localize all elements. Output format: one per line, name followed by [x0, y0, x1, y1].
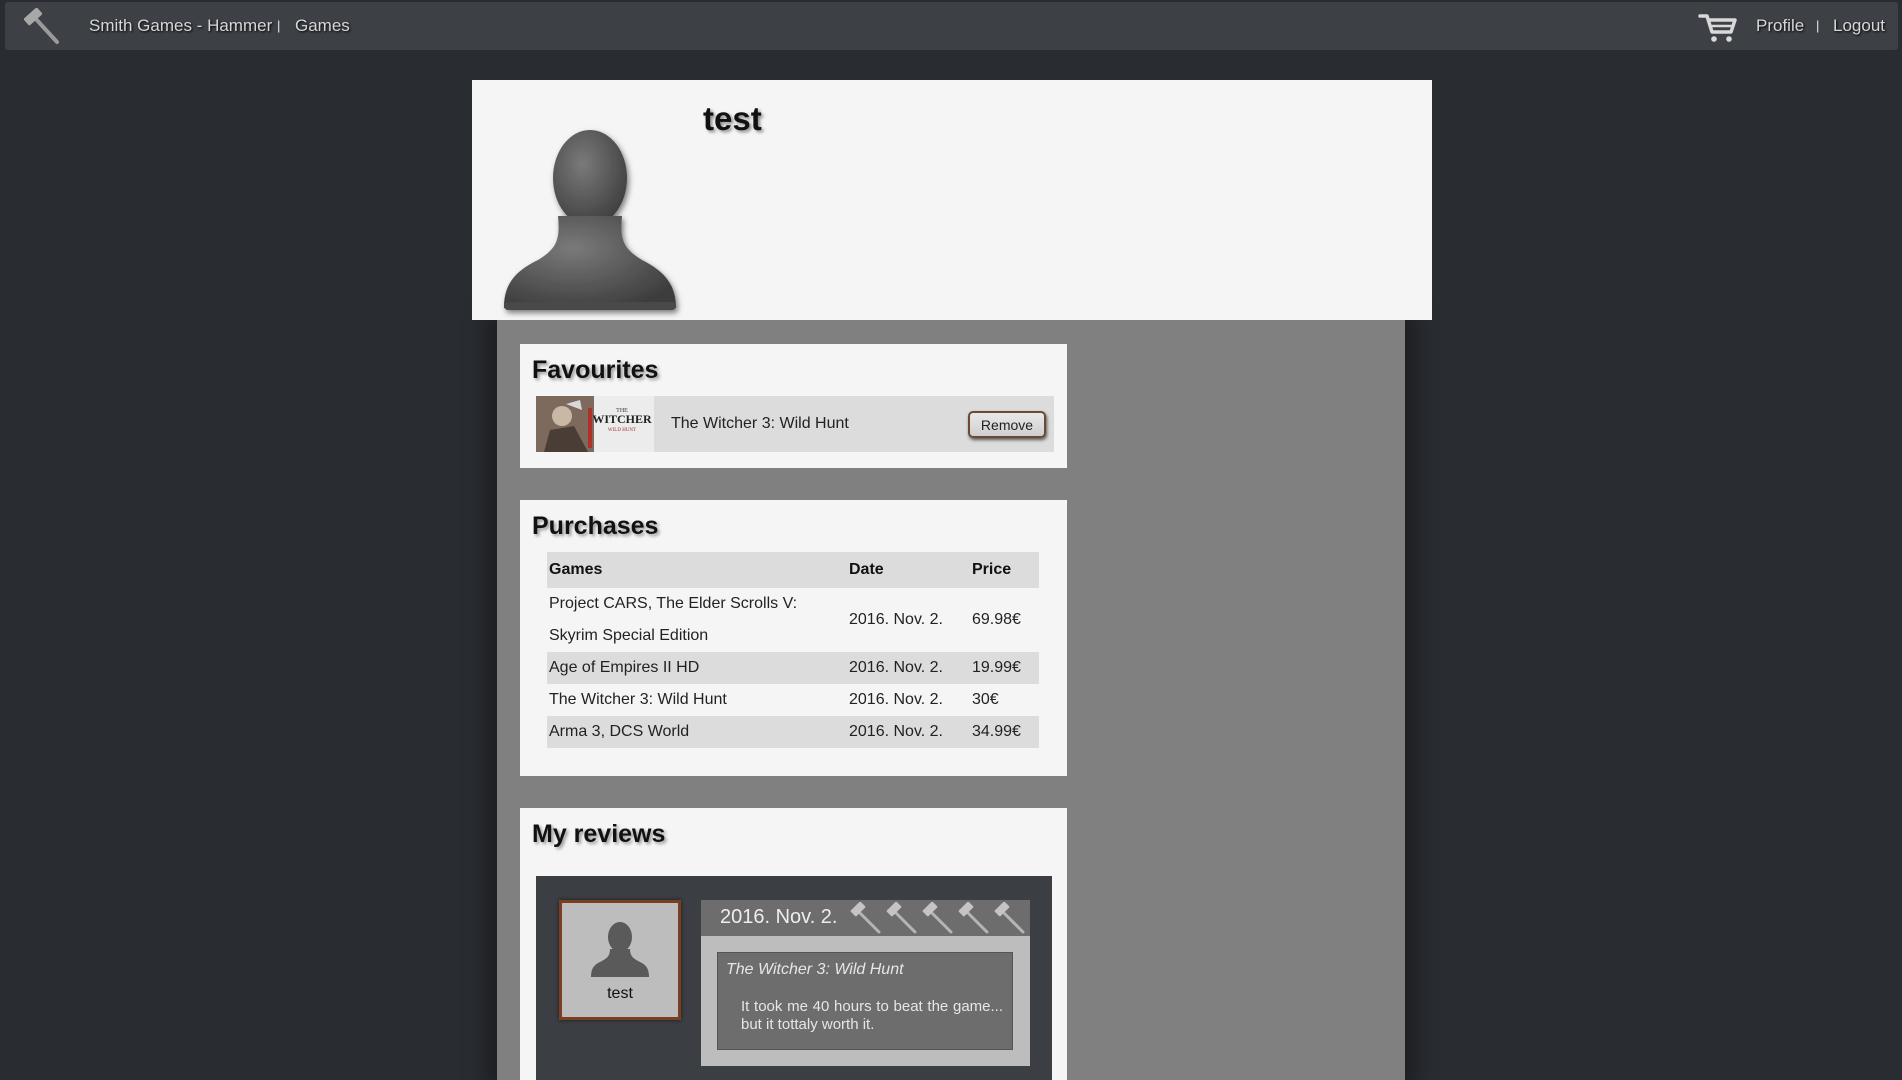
shopping-cart-icon[interactable] — [1698, 12, 1738, 44]
hammer-rating-icon — [886, 902, 917, 934]
column-header-games: Games — [547, 552, 847, 588]
game-thumbnail[interactable]: THE WITCHER WILD HUNT — [536, 396, 654, 452]
profile-username: test — [703, 100, 762, 137]
table-row: Arma 3, DCS World 2016. Nov. 2. 34.99€ — [547, 716, 1039, 748]
user-avatar-icon — [504, 130, 676, 310]
hammer-rating-icon — [994, 902, 1025, 934]
review-text: It took me 40 hours to beat the game... … — [741, 998, 1003, 1033]
favourites-card: Favourites THE WITCHER WILD HUNT The Wit… — [520, 344, 1067, 468]
review-panel: 2016. Nov. 2. The Witcher 3: Wild Hunt I… — [701, 900, 1030, 1066]
nav-games-link[interactable]: Games — [295, 16, 350, 36]
review-author-name: test — [607, 985, 633, 1002]
purchase-date: 2016. Nov. 2. — [847, 588, 970, 652]
remove-favourite-button[interactable]: Remove — [968, 411, 1046, 438]
column-header-price: Price — [970, 552, 1039, 588]
review-body: The Witcher 3: Wild Hunt It took me 40 h… — [717, 952, 1013, 1050]
purchase-date: 2016. Nov. 2. — [847, 716, 970, 748]
profile-header: test — [472, 80, 1432, 320]
review-header: 2016. Nov. 2. — [701, 900, 1030, 936]
favourite-game-name[interactable]: The Witcher 3: Wild Hunt — [671, 415, 849, 433]
purchases-table: Games Date Price Project CARS, The Elder… — [547, 552, 1039, 748]
column-header-date: Date — [847, 552, 970, 588]
review-game-title[interactable]: The Witcher 3: Wild Hunt — [726, 961, 904, 979]
reviews-card: My reviews test 2016. Nov. 2. The Witche… — [520, 808, 1067, 1080]
thumb-text: WITCHER — [592, 412, 652, 426]
purchase-games: Project CARS, The Elder Scrolls V: Skyri… — [547, 588, 847, 652]
purchase-date: 2016. Nov. 2. — [847, 684, 970, 716]
hammer-rating-icon — [922, 902, 953, 934]
review-date: 2016. Nov. 2. — [720, 906, 838, 928]
table-row: Age of Empires II HD 2016. Nov. 2. 19.99… — [547, 652, 1039, 684]
table-row: Project CARS, The Elder Scrolls V: Skyri… — [547, 588, 1039, 652]
purchase-games: Age of Empires II HD — [547, 652, 847, 684]
purchase-games: The Witcher 3: Wild Hunt — [547, 684, 847, 716]
review-item: test 2016. Nov. 2. The Witcher 3: Wild H… — [536, 876, 1052, 1080]
favourites-title: Favourites — [532, 356, 659, 384]
nav-logout-link[interactable]: Logout — [1833, 16, 1885, 36]
nav-profile-link[interactable]: Profile — [1756, 16, 1804, 36]
table-row: The Witcher 3: Wild Hunt 2016. Nov. 2. 3… — [547, 684, 1039, 716]
purchases-title: Purchases — [532, 512, 659, 540]
purchase-price: 30€ — [970, 684, 1039, 716]
hammer-logo-icon[interactable] — [21, 8, 61, 48]
review-author-card[interactable]: test — [559, 900, 681, 1020]
purchase-games: Arma 3, DCS World — [547, 716, 847, 748]
hammer-rating-icon — [850, 902, 881, 934]
table-header-row: Games Date Price — [547, 552, 1039, 588]
purchase-price: 34.99€ — [970, 716, 1039, 748]
nav-separator: | — [1816, 18, 1820, 33]
thumb-text: WILD HUNT — [608, 428, 636, 433]
top-navbar: Smith Games - Hammer | Games Profile | L… — [5, 2, 1898, 50]
user-avatar-icon — [591, 922, 649, 977]
purchases-card: Purchases Games Date Price Project CARS,… — [520, 500, 1067, 776]
purchase-price: 19.99€ — [970, 652, 1039, 684]
favourite-item: THE WITCHER WILD HUNT The Witcher 3: Wil… — [536, 396, 1054, 452]
rating-hammers — [850, 902, 1025, 934]
purchase-date: 2016. Nov. 2. — [847, 652, 970, 684]
purchase-price: 69.98€ — [970, 588, 1039, 652]
hammer-rating-icon — [958, 902, 989, 934]
brand-link[interactable]: Smith Games - Hammer — [89, 16, 272, 36]
nav-separator: | — [277, 18, 281, 33]
reviews-title: My reviews — [532, 820, 666, 848]
